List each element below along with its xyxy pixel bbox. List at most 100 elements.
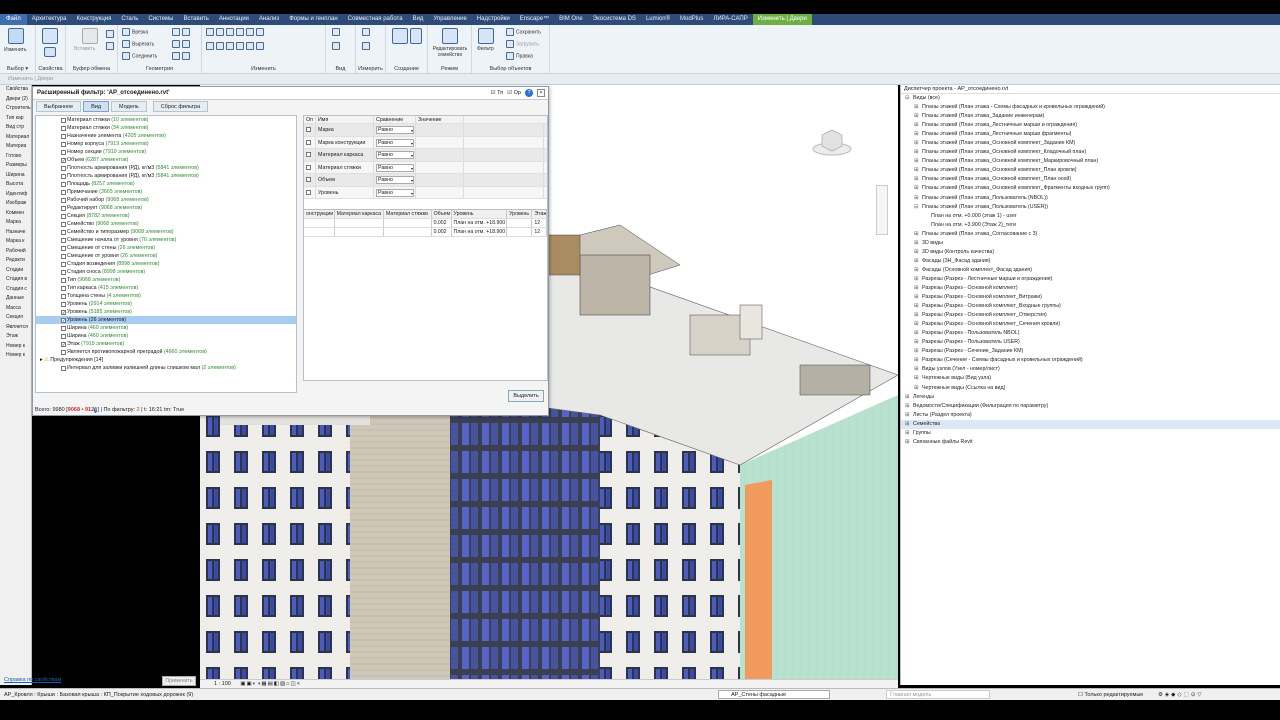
cut-button[interactable]: Вырезать [122, 40, 154, 48]
property-row[interactable]: Готово [0, 152, 31, 162]
menu-tab-0[interactable]: Файл [0, 14, 27, 25]
browser-item[interactable]: ⊟ Планы этажей (План этажа_Пользователь (… [901, 203, 1280, 212]
browser-item[interactable]: План на отм. +3.900 (Этаж 2)_теги [901, 221, 1280, 230]
property-row[interactable]: Коммен [0, 209, 31, 219]
tree-item[interactable]: Толщина стены (4 элементов) [36, 292, 296, 300]
align-icon[interactable] [206, 28, 214, 36]
expand-icon[interactable]: ⊞ [914, 166, 919, 175]
browser-item[interactable]: ⊞ Разрезы (Разрез - Пользователь USER) [901, 338, 1280, 347]
browser-item[interactable]: ⊞ Планы этажей (План этажа_Основной компл… [901, 166, 1280, 175]
property-row[interactable]: Стадии [0, 266, 31, 276]
project-browser-tree[interactable]: ⊟ Виды (все) ⊞ Планы этажей (План этажа - С… [901, 94, 1280, 447]
select-button[interactable]: Выделить [508, 390, 544, 402]
menu-tab-17[interactable]: ModPlus [675, 14, 708, 25]
tree-item-checkbox[interactable] [61, 165, 66, 171]
browser-item[interactable]: ⊞ Планы этажей (План этажа_Основной компл… [901, 148, 1280, 157]
scale-icon[interactable] [246, 42, 254, 50]
property-row[interactable]: Марка к [0, 237, 31, 247]
tree-item[interactable]: Является противопожарной преградой (4660… [36, 348, 296, 356]
property-row[interactable]: Номер к [0, 351, 31, 361]
browser-item[interactable]: ⊞ Разрезы (Разрез - Основной комплект_Отв… [901, 311, 1280, 320]
expand-icon[interactable]: ⊞ [914, 338, 919, 347]
property-row[interactable]: Редакти [0, 256, 31, 266]
tree-item[interactable]: Материал стяжки (10 элементов) [36, 116, 296, 124]
tree-item-checkbox[interactable] [61, 261, 66, 267]
browser-item[interactable]: ⊞ Планы этажей (План этажа_Основной компл… [901, 184, 1280, 193]
property-row[interactable]: Строитель [0, 104, 31, 114]
help-icon[interactable]: ? [525, 89, 533, 97]
cope-button[interactable]: Врезка [122, 28, 148, 36]
menu-tab-10[interactable]: Вид [408, 14, 429, 25]
tree-item[interactable]: Редактирует (9068 элементов) [36, 204, 296, 212]
browser-item[interactable]: ⊞ Планы этажей (План этажа_Задание инжене… [901, 112, 1280, 121]
expand-icon[interactable]: ⊞ [914, 103, 919, 112]
info-icon[interactable]: i [94, 407, 98, 413]
result-header-cell[interactable]: Уровень [507, 210, 533, 218]
rotate-icon[interactable] [226, 42, 234, 50]
design-option-select[interactable]: Главная модель [886, 690, 990, 699]
menu-tab-7[interactable]: Анализ [254, 14, 284, 25]
align-tools-row-2[interactable] [206, 42, 266, 50]
result-header-cell[interactable]: Уровень [452, 210, 508, 218]
collapse-icon[interactable]: ⊟ [914, 203, 919, 212]
grid-row[interactable]: Материал стяжки Равно ▾ [304, 161, 547, 174]
expand-icon[interactable]: ⊞ [914, 347, 919, 356]
grid-row[interactable]: Материал каркаса Равно ▾ [304, 149, 547, 162]
expand-icon[interactable]: ⊞ [914, 230, 919, 239]
menu-tab-14[interactable]: BIM One [554, 14, 588, 25]
result-row[interactable]: 0.002 План на отм. +18.900 12 [304, 228, 547, 237]
grid-value-input[interactable] [416, 186, 464, 198]
edit-selection-button[interactable]: Правка [506, 52, 533, 60]
tree-item-checkbox[interactable] [61, 173, 66, 179]
browser-item[interactable]: ⊞ 3D виды [901, 239, 1280, 248]
grid-value-input[interactable] [416, 136, 464, 148]
expand-icon[interactable]: ⊞ [914, 112, 919, 121]
property-row[interactable]: Этаж [0, 332, 31, 342]
property-row[interactable]: Размеры [0, 161, 31, 171]
measure-icon[interactable] [362, 28, 372, 36]
tree-item-checkbox[interactable] [61, 133, 66, 139]
op-checkbox[interactable]: ☑ Ор [507, 90, 521, 96]
condition-grid[interactable]: Оп Имя Сравнение Значение Марка Равно ▾ Марка к… [303, 115, 548, 211]
tree-item-checkbox[interactable] [61, 285, 66, 291]
tree-item-checkbox[interactable] [61, 125, 66, 131]
tree-item-checkbox[interactable] [61, 245, 66, 251]
menu-tab-13[interactable]: Enscape™ [515, 14, 554, 25]
tree-item-checkbox[interactable] [61, 205, 66, 211]
tree-item-checkbox[interactable] [61, 349, 66, 355]
browser-item[interactable]: ⊟ Виды (все) [901, 94, 1280, 103]
filter-icon[interactable] [478, 28, 494, 44]
browser-item[interactable]: ⊞ Разрезы (Сечение - Схемы фасадных и кро… [901, 356, 1280, 365]
property-row[interactable]: Тип кар [0, 114, 31, 124]
expand-icon[interactable]: ⊞ [905, 402, 910, 411]
result-header-cell[interactable]: Материал каркаса [335, 210, 384, 218]
browser-item[interactable]: ⊞ Разрезы (Разрез - Основной комплект) [901, 284, 1280, 293]
tab-selected[interactable]: Выбранное [36, 101, 82, 112]
tree-warnings-group[interactable]: ▸ ⚠ Предупреждения [14] [36, 356, 296, 364]
expand-icon[interactable]: ⊞ [905, 429, 910, 438]
tree-item[interactable]: Смещение от стены (26 элементов) [36, 244, 296, 252]
browser-item[interactable]: План на отм. +0.000 (этаж 1) - user [901, 212, 1280, 221]
expand-icon[interactable]: ⊞ [914, 175, 919, 184]
result-header-cell[interactable]: Объем [432, 210, 452, 218]
grid-row[interactable]: Марка конструкции Равно ▾ [304, 136, 547, 149]
tab-view[interactable]: Вид [83, 101, 110, 112]
tree-item[interactable]: Рабочий набор (9068 элементов) [36, 196, 296, 204]
reset-filter-button[interactable]: Сброс фильтра [152, 101, 209, 112]
menu-tab-2[interactable]: Конструкция [72, 14, 117, 25]
browser-item[interactable]: ⊞ Группы [901, 429, 1280, 438]
modify-icon[interactable] [8, 28, 24, 44]
grid-header-cell[interactable]: Сравнение [374, 116, 416, 123]
browser-item[interactable]: ⊞ Планы этажей (План этажа_Основной компл… [901, 139, 1280, 148]
tree-item-checkbox[interactable] [61, 277, 66, 283]
tree-item-checkbox[interactable] [61, 149, 66, 155]
copy-icon[interactable] [216, 42, 224, 50]
menu-tab-8[interactable]: Формы и генплан [284, 14, 342, 25]
menu-tab-9[interactable]: Совместная работа [343, 14, 408, 25]
tree-item-checkbox[interactable] [61, 269, 66, 275]
tree-item[interactable]: Семейство (9068 элементов) [36, 220, 296, 228]
tree-item[interactable]: Тип (9068 элементов) [36, 276, 296, 284]
create-parts-icon[interactable] [410, 28, 422, 44]
edit-family-button[interactable]: Редактировать семейство [430, 46, 470, 58]
grid-row[interactable]: Объем Равно ▾ [304, 174, 547, 187]
